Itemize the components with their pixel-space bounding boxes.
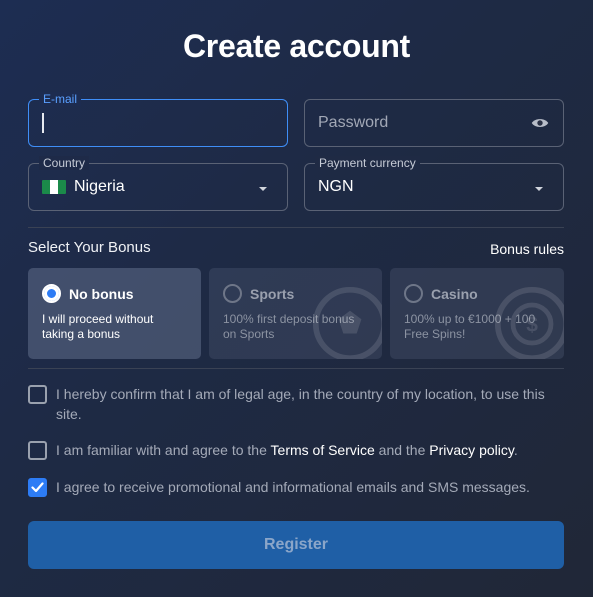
- password-placeholder: Password: [318, 114, 389, 131]
- country-label: Country: [39, 156, 90, 170]
- terms-of-service-link[interactable]: Terms of Service: [271, 442, 375, 458]
- chevron-down-icon: [259, 187, 267, 191]
- country-value: Nigeria: [74, 178, 125, 195]
- chevron-down-icon: [535, 187, 543, 191]
- password-field[interactable]: Password: [304, 99, 564, 147]
- marketing-consent-text: I agree to receive promotional and infor…: [56, 479, 530, 495]
- terms-text-suffix: .: [513, 442, 518, 458]
- currency-value: NGN: [318, 178, 354, 195]
- divider: [28, 368, 564, 369]
- bonus-desc-line: taking a bonus: [42, 327, 121, 341]
- privacy-policy-link[interactable]: Privacy policy: [429, 442, 514, 458]
- register-button[interactable]: Register: [28, 521, 564, 569]
- country-select[interactable]: Country Nigeria: [28, 156, 288, 211]
- currency-select[interactable]: Payment currency NGN: [304, 156, 564, 211]
- email-label: E-mail: [39, 92, 82, 106]
- eye-icon[interactable]: [531, 115, 549, 131]
- bonus-option-sports[interactable]: Sports 100% first deposit bonus on Sport…: [209, 268, 382, 359]
- text-caret: [42, 113, 44, 133]
- terms-text-middle: and the: [374, 442, 430, 458]
- terms-text-prefix: I am familiar with and agree to the: [56, 442, 271, 458]
- bonus-option-name: Casino: [431, 285, 478, 302]
- bonus-option-description: I will proceed without taking a bonus: [42, 312, 187, 342]
- casino-chip-icon: $: [494, 286, 564, 359]
- bonus-desc-line: I will proceed without: [42, 312, 154, 326]
- page-title: Create account: [183, 28, 410, 64]
- bonus-option-casino[interactable]: $ Casino 100% up to €1000 + 100 Free Spi…: [390, 268, 564, 359]
- age-consent-row: I hereby confirm that I am of legal age,…: [28, 385, 564, 424]
- terms-consent-row: I am familiar with and agree to the Term…: [28, 441, 564, 460]
- terms-consent-checkbox[interactable]: [28, 441, 47, 460]
- marketing-consent-row: I agree to receive promotional and infor…: [28, 478, 564, 497]
- marketing-consent-checkbox[interactable]: [28, 478, 47, 497]
- currency-label: Payment currency: [315, 156, 420, 170]
- radio-unselected[interactable]: [223, 284, 242, 303]
- divider: [28, 227, 564, 228]
- bonus-option-name: Sports: [250, 285, 295, 302]
- age-consent-text: I hereby confirm that I am of legal age,…: [56, 386, 545, 422]
- bonus-section-title: Select Your Bonus: [28, 239, 151, 256]
- nigeria-flag-icon: [42, 180, 66, 194]
- terms-consent-text: I am familiar with and agree to the Term…: [56, 440, 518, 460]
- soccer-ball-icon: [312, 286, 382, 359]
- svg-text:$: $: [526, 314, 538, 337]
- radio-unselected[interactable]: [404, 284, 423, 303]
- bonus-option-no-bonus[interactable]: No bonus I will proceed without taking a…: [28, 268, 201, 359]
- age-consent-checkbox[interactable]: [28, 385, 47, 404]
- bonus-rules-link[interactable]: Bonus rules: [490, 241, 564, 257]
- checkmark-icon: [31, 482, 44, 493]
- email-field[interactable]: E-mail: [28, 92, 288, 147]
- radio-selected[interactable]: [42, 284, 61, 303]
- bonus-option-name: No bonus: [69, 285, 134, 302]
